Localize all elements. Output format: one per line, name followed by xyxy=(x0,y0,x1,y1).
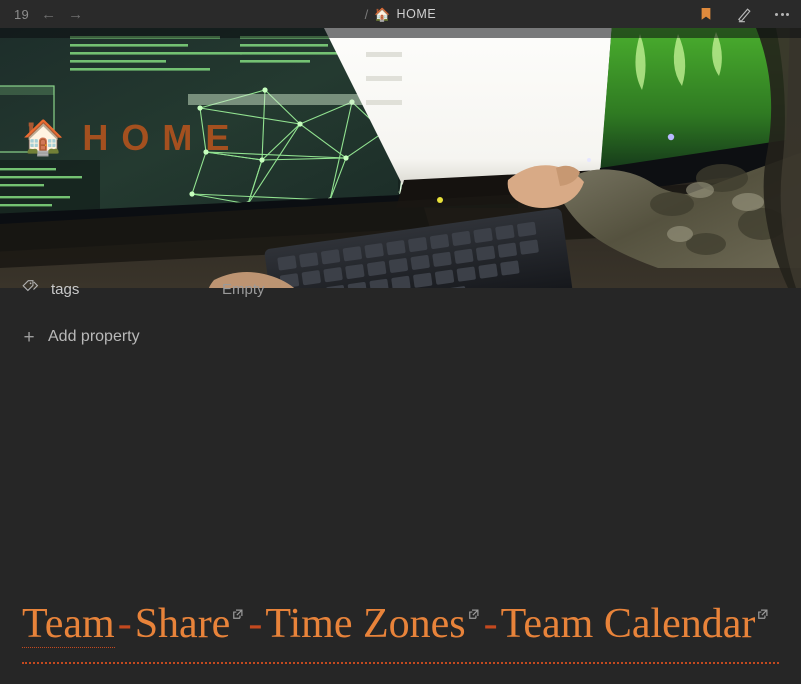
quick-links-line: Team-Share -Time Zones -Team Calendar xyxy=(22,600,779,664)
property-value[interactable]: Empty xyxy=(222,281,265,298)
house-icon: 🏠 xyxy=(22,119,65,157)
breadcrumb-title[interactable]: HOME xyxy=(396,7,436,21)
property-key[interactable]: tags xyxy=(22,279,222,299)
quick-link-team-calendar[interactable]: Team Calendar xyxy=(501,601,756,647)
external-link-icon xyxy=(231,608,244,621)
page-title[interactable]: HOME xyxy=(82,120,242,156)
page-title-overlay: 🏠 HOME xyxy=(22,120,242,156)
property-key-label: tags xyxy=(51,280,80,298)
link-separator: - xyxy=(117,601,132,647)
top-bar: 19 ← → / 🏠 HOME xyxy=(0,0,801,28)
bookmark-icon[interactable] xyxy=(697,5,715,23)
link-separator: - xyxy=(248,601,263,647)
external-link-icon xyxy=(467,608,480,621)
add-property-button[interactable]: + Add property xyxy=(0,320,801,354)
arrow-left-icon[interactable]: ← xyxy=(41,7,56,22)
top-bar-left-group: 19 ← → xyxy=(0,7,83,22)
breadcrumb: / 🏠 HOME xyxy=(0,7,801,22)
tag-icon xyxy=(22,279,39,299)
link-separator: - xyxy=(483,601,498,647)
quick-link-time-zones[interactable]: Time Zones xyxy=(265,601,465,647)
more-options-icon[interactable] xyxy=(773,12,791,16)
external-link-icon xyxy=(756,608,769,621)
properties-panel: tags Empty + Add property xyxy=(0,272,801,354)
top-bar-actions xyxy=(697,5,791,23)
pencil-icon[interactable] xyxy=(735,5,753,23)
tab-count: 19 xyxy=(14,6,30,22)
property-row-tags[interactable]: tags Empty xyxy=(0,272,801,306)
breadcrumb-separator: / xyxy=(364,6,369,22)
add-property-label: Add property xyxy=(48,328,140,345)
quick-link-share[interactable]: Share xyxy=(135,601,231,647)
quick-link-team[interactable]: Team xyxy=(22,601,115,648)
arrow-right-icon[interactable]: → xyxy=(68,7,83,22)
house-icon: 🏠 xyxy=(374,6,391,22)
plus-icon: + xyxy=(23,326,35,348)
page-content: Team-Share -Time Zones -Team Calendar xyxy=(0,600,801,664)
page-banner-image: 🏠 HOME xyxy=(0,28,801,288)
